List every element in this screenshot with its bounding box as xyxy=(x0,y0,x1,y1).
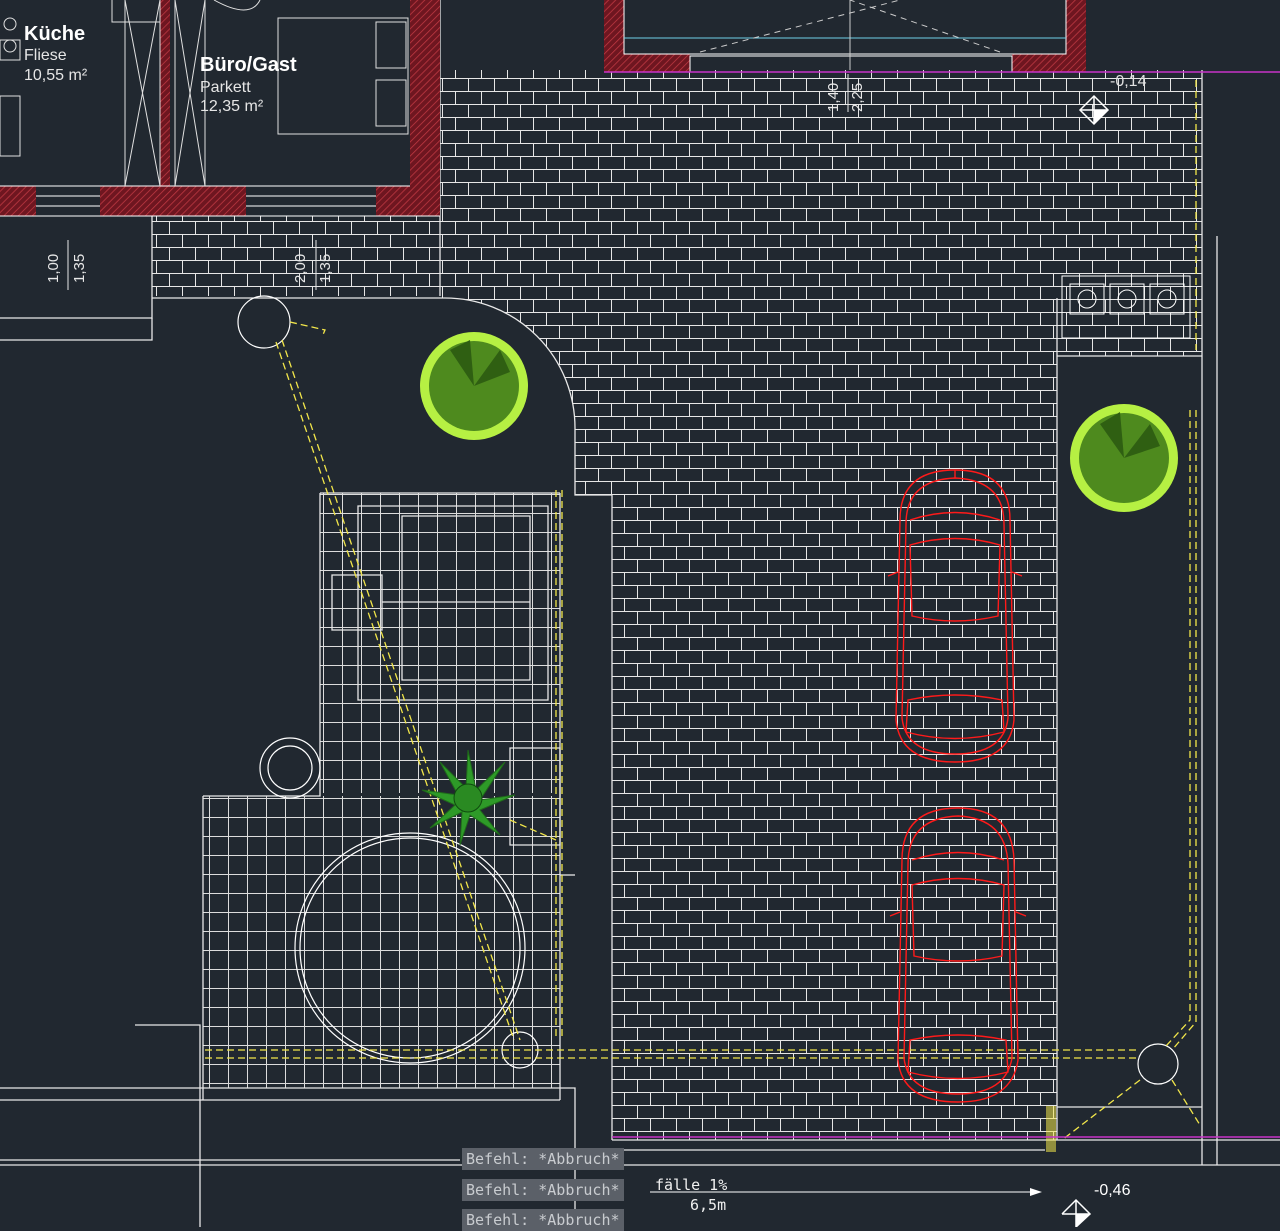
room-name-kitchen: Küche xyxy=(24,23,86,45)
room-material-kitchen: Fliese xyxy=(24,47,67,64)
command-history-line: Befehl: *Abbruch* xyxy=(462,1209,624,1231)
dim-window-left-top: 1,00 xyxy=(45,253,62,283)
room-name-office: Büro/Gast xyxy=(200,54,297,76)
length-label: 6,5m xyxy=(690,1196,727,1214)
level-label-top: -0,14 xyxy=(1110,73,1147,90)
cad-drawing-canvas[interactable] xyxy=(0,0,1280,1227)
dim-window-left-bottom: 1,35 xyxy=(71,253,88,283)
dim-garage-top: 1,40 xyxy=(825,82,842,112)
slope-arrow-head xyxy=(1030,1188,1042,1196)
level-label-bottom: -0,46 xyxy=(1094,1182,1131,1199)
room-area-office: 12,35 m² xyxy=(200,98,264,115)
dim-window-mid-bottom: 1,35 xyxy=(317,253,334,283)
tree-1 xyxy=(420,332,528,440)
tree-2 xyxy=(1070,404,1178,512)
room-area-kitchen: 10,55 m² xyxy=(24,67,88,84)
slope-label: fälle 1% xyxy=(655,1176,728,1194)
garage xyxy=(604,0,1280,73)
command-history-line: Befehl: *Abbruch* xyxy=(462,1148,624,1170)
dim-window-mid-top: 2,00 xyxy=(292,253,309,283)
drain-gutter xyxy=(1046,1106,1056,1152)
level-marker-bottom xyxy=(1061,1198,1092,1227)
dim-garage-bottom: 2,25 xyxy=(849,82,866,112)
command-history-line: Befehl: *Abbruch* xyxy=(462,1179,624,1201)
room-material-office: Parkett xyxy=(200,79,251,96)
